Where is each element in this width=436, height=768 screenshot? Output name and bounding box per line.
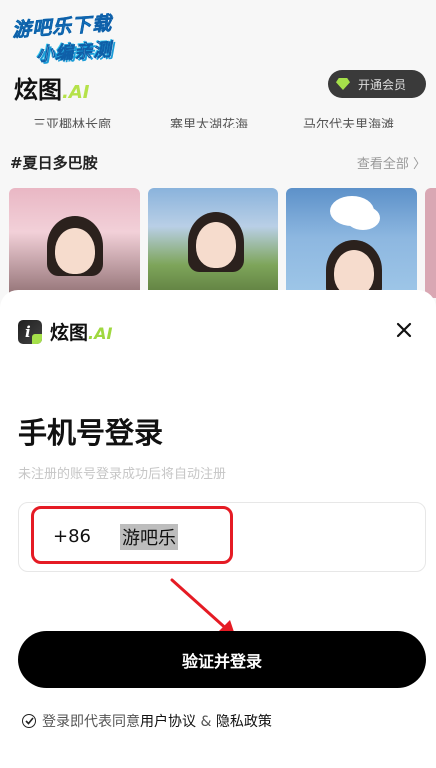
category-item[interactable]: 马尔代夫里海滩: [303, 114, 394, 128]
login-title: 手机号登录: [18, 416, 164, 450]
sheet-logo-text: 炫图: [50, 322, 89, 344]
agree-prefix: 登录即代表同意: [42, 714, 140, 730]
close-icon: [396, 322, 412, 338]
vip-label: 开通会员: [358, 77, 407, 92]
watermark-line2: 小编亲测: [35, 35, 113, 66]
login-subtitle: 未注册的账号登录成功后将自动注册: [18, 467, 227, 482]
see-all-link[interactable]: 查看全部 〉: [357, 153, 426, 172]
sheet-logo: i 炫图.AI: [18, 318, 112, 345]
app-logo: 炫图.AI: [14, 70, 89, 105]
country-code[interactable]: +86: [53, 526, 91, 547]
category-row: 三亚椰林长廊 寨里太湖花海 马尔代夫里海滩: [0, 114, 436, 128]
thumbnail-card[interactable]: [286, 188, 417, 298]
login-sheet: i 炫图.AI 手机号登录 未注册的账号登录成功后将自动注册 +86 游吧乐 验…: [0, 290, 436, 768]
app-logo-text: 炫图: [14, 76, 62, 104]
check-circle-icon[interactable]: [22, 714, 36, 728]
gem-icon: [336, 78, 350, 90]
vip-button[interactable]: 开通会员: [328, 70, 426, 98]
section-title: #夏日多巴胺: [10, 154, 98, 172]
app-icon: i: [18, 319, 42, 344]
category-item[interactable]: 寨里太湖花海: [170, 114, 248, 128]
privacy-policy-link[interactable]: 隐私政策: [216, 714, 272, 730]
close-button[interactable]: [390, 316, 418, 344]
category-item[interactable]: 三亚椰林长廊: [33, 114, 111, 128]
agreement-row: 登录即代表同意用户协议 & 隐私政策: [22, 711, 272, 731]
submit-login-button[interactable]: 验证并登录: [18, 631, 426, 688]
thumbnail-card[interactable]: [9, 188, 140, 298]
thumbnail-card[interactable]: [148, 188, 278, 298]
sheet-logo-ai: .AI: [88, 324, 113, 343]
agree-and: &: [196, 714, 216, 730]
thumbnail-card[interactable]: [425, 188, 436, 298]
phone-input[interactable]: 游吧乐: [120, 524, 178, 550]
thumbnail-row: [0, 188, 436, 298]
watermark: 游吧乐下载 小编亲测: [8, 8, 150, 66]
user-agreement-link[interactable]: 用户协议: [140, 714, 196, 730]
app-logo-ai: .AI: [62, 82, 90, 103]
